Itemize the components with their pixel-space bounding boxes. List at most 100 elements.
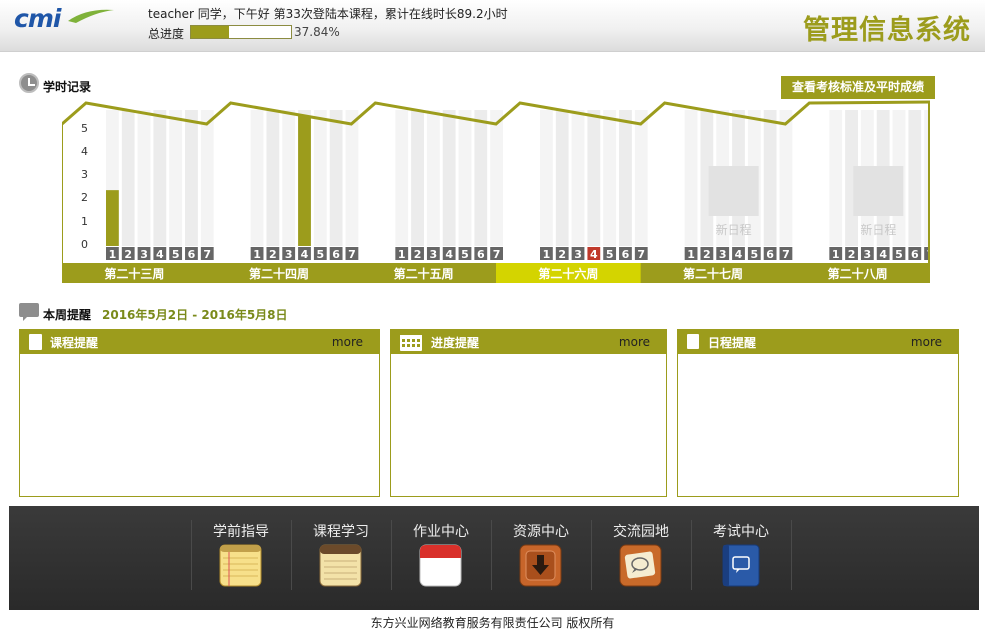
more-link[interactable]: more <box>911 335 942 349</box>
day-number: 4 <box>879 248 887 261</box>
day-number: 3 <box>719 248 727 261</box>
day-number: 1 <box>832 248 840 261</box>
progress-reminder-panel: 进度提醒 more <box>390 329 667 497</box>
panel-title: 课程提醒 <box>50 336 99 350</box>
notes-icon <box>319 544 362 587</box>
week-label: 第二十四周 <box>249 266 309 281</box>
day-column <box>200 110 214 246</box>
y-tick-label: 4 <box>81 144 88 158</box>
day-column <box>603 110 617 246</box>
hours-bar <box>106 190 119 246</box>
day-number: 5 <box>172 248 180 261</box>
day-column <box>411 110 424 246</box>
day-column <box>282 110 296 246</box>
day-column <box>185 110 198 246</box>
bottom-nav: 学前指导 课程学习 作业中心 资源中心 交流园地 考试中心 <box>9 506 979 610</box>
day-column <box>587 110 601 246</box>
day-number: 6 <box>477 248 485 261</box>
day-number: 7 <box>493 248 501 261</box>
day-number: 3 <box>285 248 293 261</box>
day-column <box>442 110 456 246</box>
download-icon <box>519 544 562 587</box>
day-column <box>619 110 632 246</box>
nav-exam-center[interactable]: 考试中心 <box>691 518 791 596</box>
day-number: 3 <box>140 248 148 261</box>
nav-course-study[interactable]: 课程学习 <box>291 518 391 596</box>
day-column <box>555 110 569 246</box>
greeting-text: teacher 同学，下午好 第33次登陆本课程，累计在线时长89.2小时 <box>148 7 508 21</box>
clock-icon <box>19 73 39 93</box>
nav-community[interactable]: 交流园地 <box>591 518 691 596</box>
day-number: 4 <box>445 248 453 261</box>
logo-swoosh-icon <box>68 9 114 23</box>
day-number: 6 <box>911 248 919 261</box>
day-number: 5 <box>895 248 903 261</box>
nav-separator <box>791 520 792 590</box>
view-criteria-button[interactable]: 查看考核标准及平时成绩 <box>781 76 935 99</box>
records-title: 学时记录 <box>43 80 92 94</box>
day-number: 2 <box>703 248 711 261</box>
day-column <box>490 110 503 246</box>
day-number: 3 <box>430 248 438 261</box>
day-number: 7 <box>782 248 790 261</box>
day-number: 4 <box>735 248 743 261</box>
day-number: 3 <box>574 248 582 261</box>
day-number: 2 <box>414 248 422 261</box>
day-column <box>426 110 440 246</box>
panel-title: 日程提醒 <box>708 336 757 350</box>
day-column <box>395 110 409 246</box>
day-column <box>779 110 793 246</box>
nav-label: 交流园地 <box>613 524 669 540</box>
y-axis-ticks: 0 1 2 3 4 5 <box>74 100 90 260</box>
schedule-placeholder <box>853 166 904 216</box>
day-number: 5 <box>606 248 614 261</box>
nav-homework-center[interactable]: 作业中心 <box>391 518 491 596</box>
speech-bubble-icon <box>19 303 39 321</box>
day-number: 5 <box>461 248 469 261</box>
y-tick-label: 5 <box>81 121 88 135</box>
week-date-range: 2016年5月2日 - 2016年5月8日 <box>102 308 288 322</box>
day-number: 7 <box>203 248 211 261</box>
nav-label: 资源中心 <box>513 524 569 540</box>
day-column <box>763 110 777 246</box>
day-number: 5 <box>750 248 758 261</box>
more-link[interactable]: more <box>619 335 650 349</box>
day-number: 2 <box>848 248 856 261</box>
system-title: 管理信息系统 <box>803 15 971 46</box>
week-label: 第二十八周 <box>828 266 888 281</box>
panel-body <box>391 354 666 496</box>
day-number: 4 <box>590 248 598 261</box>
day-number: 2 <box>124 248 132 261</box>
progress-fill <box>191 26 229 38</box>
more-link[interactable]: more <box>332 335 363 349</box>
day-number: 7 <box>348 248 356 261</box>
day-column <box>137 110 151 246</box>
copyright: 东方兴业网络教育服务有限责任公司 版权所有 <box>370 616 615 630</box>
day-column <box>829 110 843 246</box>
day-column <box>908 110 922 246</box>
day-column <box>121 110 135 246</box>
nav-pre-study-guide[interactable]: 学前指导 <box>191 518 291 596</box>
hours-bar <box>298 115 311 246</box>
nav-resource-center[interactable]: 资源中心 <box>491 518 591 596</box>
y-tick-label: 3 <box>81 168 88 182</box>
nav-label: 作业中心 <box>413 524 469 540</box>
week-label: 第二十六周 <box>538 266 598 281</box>
calendar-icon <box>419 544 462 587</box>
day-number: 3 <box>864 248 872 261</box>
day-column <box>345 110 359 246</box>
day-column <box>634 110 648 246</box>
day-number: 5 <box>316 248 324 261</box>
day-column <box>474 110 488 246</box>
day-number: 1 <box>398 248 406 261</box>
day-column <box>250 110 264 246</box>
notepad-icon <box>219 544 262 587</box>
y-tick-label: 1 <box>81 214 88 228</box>
day-column <box>266 110 280 246</box>
note-icon <box>687 334 699 349</box>
day-number: 1 <box>543 248 551 261</box>
progress-label: 总进度 <box>148 27 185 41</box>
new-schedule-label: 新日程 <box>860 222 896 237</box>
week-label: 第二十三周 <box>104 266 164 281</box>
schedule-placeholder <box>708 166 759 216</box>
